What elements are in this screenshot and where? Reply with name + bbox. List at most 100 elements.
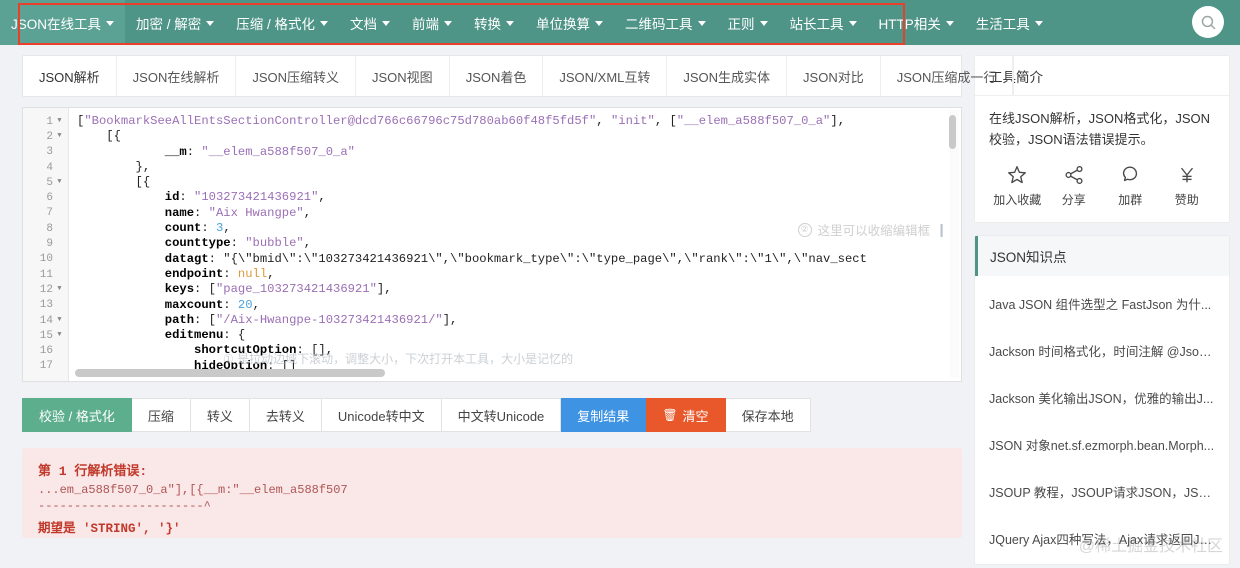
code-line: path: ["/Aix-Hwangpe-103273421436921/"], [164,312,458,327]
caret-down-icon [945,21,954,26]
editor-code-area[interactable]: ["BookmarkSeeAllEntsSectionController@dc… [69,108,961,381]
nav-item-7[interactable]: 二维码工具 [614,0,717,45]
line-number: 14 ▼ [39,314,63,327]
fold-toggle-icon[interactable]: ▼ [56,332,63,339]
editor-horizontal-scroll-thumb[interactable] [75,369,385,377]
tab-8[interactable]: JSON压缩成一行 [881,56,1014,96]
error-expectation: 期望是 'STRING', '}' [38,522,181,536]
nav-item-label: HTTP相关 [878,16,941,32]
action-button-4[interactable]: Unicode转中文 [321,398,442,432]
knowledge-item-2[interactable]: Jackson 美化输出JSON，优雅的输出J... [989,374,1215,421]
search-button[interactable] [1192,6,1224,38]
nav-item-label: 文档 [350,16,378,32]
editor-horizontal-scrollbar[interactable] [75,369,955,377]
sidebar-action-label: 加群 [1118,193,1143,207]
nav-item-6[interactable]: 单位换算 [525,0,614,45]
knowledge-item-3[interactable]: JSON 对象net.sf.ezmorph.bean.Morph... [989,421,1215,468]
tab-6[interactable]: JSON生成实体 [667,56,788,96]
nav-item-label: 正则 [727,16,755,32]
tab-2[interactable]: JSON压缩转义 [236,56,357,96]
tab-1[interactable]: JSON在线解析 [117,56,237,96]
fold-toggle-icon[interactable]: ▼ [56,286,63,293]
caret-down-icon [320,21,329,26]
knowledge-item-4[interactable]: JSOUP 教程，JSOUP请求JSON，JSO... [989,468,1215,515]
fold-toggle-icon[interactable]: ▼ [56,118,63,125]
code-line: id: "103273421436921", [164,190,326,205]
nav-item-label: 加密 / 解密 [136,16,202,32]
sidebar-action-label: 加入收藏 [993,193,1042,207]
sidebar-action-label: 赞助 [1174,193,1199,207]
caret-down-icon [382,21,391,26]
hint-cursor-icon: ❙ [936,221,947,237]
action-button-6[interactable]: 复制结果 [561,398,647,432]
action-button-2[interactable]: 转义 [190,398,250,432]
action-button-7[interactable]: 🗑 清空 [646,398,726,432]
sidebar-action-0[interactable]: 加入收藏 [992,164,1042,208]
action-button-1[interactable]: 压缩 [131,398,191,432]
nav-item-3[interactable]: 文档 [339,0,401,45]
code-line: [{ [77,129,121,144]
action-button-0[interactable]: 校验 / 格式化 [22,398,132,432]
nav-item-label: 站长工具 [789,16,844,32]
editor-resize-hint-text: ① 是拉动边域下滚动，调整大小，下次打开本工具，大小是记忆的 [223,352,574,366]
sidebar-action-label: 分享 [1061,193,1086,207]
knowledge-card: JSON知识点 Java JSON 组件选型之 FastJson 为什... Ja… [974,235,1230,565]
caret-down-icon [106,21,115,26]
code-line: ["BookmarkSeeAllEntsSectionController@dc… [77,114,846,128]
line-number: 3 [46,146,53,159]
nav-item-9[interactable]: 站长工具 [779,0,868,45]
sidebar-action-2[interactable]: 加群 [1105,164,1155,208]
tab-4[interactable]: JSON着色 [450,56,544,96]
tool-intro-body: 在线JSON解析，JSON格式化，JSON校验，JSON语法错误提示。 加入收藏… [975,96,1229,222]
hint-text: 这里可以收缩编辑框 [817,224,931,238]
line-number: 4 [46,161,53,174]
tab-3[interactable]: JSON视图 [356,56,450,96]
tab-0[interactable]: JSON解析 [23,56,117,96]
line-number: 13 [39,299,53,312]
tab-overflow-button[interactable] [1013,56,1028,96]
hint-badge-two: ② [797,222,812,237]
caret-down-icon [1034,21,1043,26]
json-editor[interactable]: 1 ▼ 2 ▼ 3 4 5 ▼ 6 7 8 9 10 11 12 ▼ 13 14 ▼ 15 ▼ 16 17 ["Bookma… [22,107,962,382]
knowledge-item-1[interactable]: Jackson 时间格式化，时间注解 @Json... [989,327,1215,374]
error-caret-marker: -----------------------^ [38,499,211,513]
fold-toggle-icon[interactable]: ▼ [56,317,63,324]
knowledge-item-5[interactable]: JQuery Ajax四种写法，Ajax请求返回JS... [989,515,1215,562]
action-button-3[interactable]: 去转义 [249,398,322,432]
code-line: keys: ["page_103273421436921"], [164,282,392,297]
sidebar-action-3[interactable]: 赞助 [1162,164,1212,208]
page-body: JSON解析 JSON在线解析 JSON压缩转义 JSON视图 JSON着色 JSON/X… [0,45,1240,568]
nav-item-0[interactable]: JSON在线工具 [0,0,126,45]
action-button-label: 保存本地 [741,408,794,424]
line-number: 6 [46,192,53,205]
nav-item-label: 前端 [412,16,440,32]
action-button-label: Unicode转中文 [337,408,425,424]
line-number: 5 ▼ [46,176,63,189]
knowledge-item-0[interactable]: Java JSON 组件选型之 FastJson 为什... [989,280,1215,327]
editor-vertical-scrollbar[interactable] [949,110,959,378]
action-button-8[interactable]: 保存本地 [725,398,811,432]
sidebar-action-1[interactable]: 分享 [1049,164,1099,208]
editor-resize-hint: ① 是拉动边域下滚动，调整大小，下次打开本工具，大小是记忆的 [223,350,573,367]
trash-icon: 🗑 [662,408,678,422]
nav-item-10[interactable]: HTTP相关 [868,0,965,45]
line-number: 7 [46,207,53,220]
fold-toggle-icon[interactable]: ▼ [56,133,63,140]
tab-5[interactable]: JSON/XML互转 [543,56,668,96]
code-line: }, [77,159,151,174]
editor-vertical-scroll-thumb[interactable] [949,115,956,149]
nav-item-11[interactable]: 生活工具 [965,0,1054,45]
nav-item-1[interactable]: 加密 / 解密 [125,0,225,45]
code-line: datagt: "{\"bmid\":\"103273421436921\",\… [164,251,867,266]
editor-collapse-hint: ② 这里可以收缩编辑框 ❙ [797,220,947,239]
nav-item-2[interactable]: 压缩 / 格式化 [225,0,339,45]
tab-7[interactable]: JSON对比 [787,56,881,96]
nav-item-5[interactable]: 转换 [463,0,525,45]
action-button-5[interactable]: 中文转Unicode [441,398,562,432]
search-icon [1201,15,1215,29]
fold-toggle-icon[interactable]: ▼ [56,179,63,186]
line-number: 12 ▼ [39,283,63,296]
action-button-label: 压缩 [147,408,174,424]
nav-item-4[interactable]: 前端 [401,0,463,45]
nav-item-8[interactable]: 正则 [717,0,779,45]
